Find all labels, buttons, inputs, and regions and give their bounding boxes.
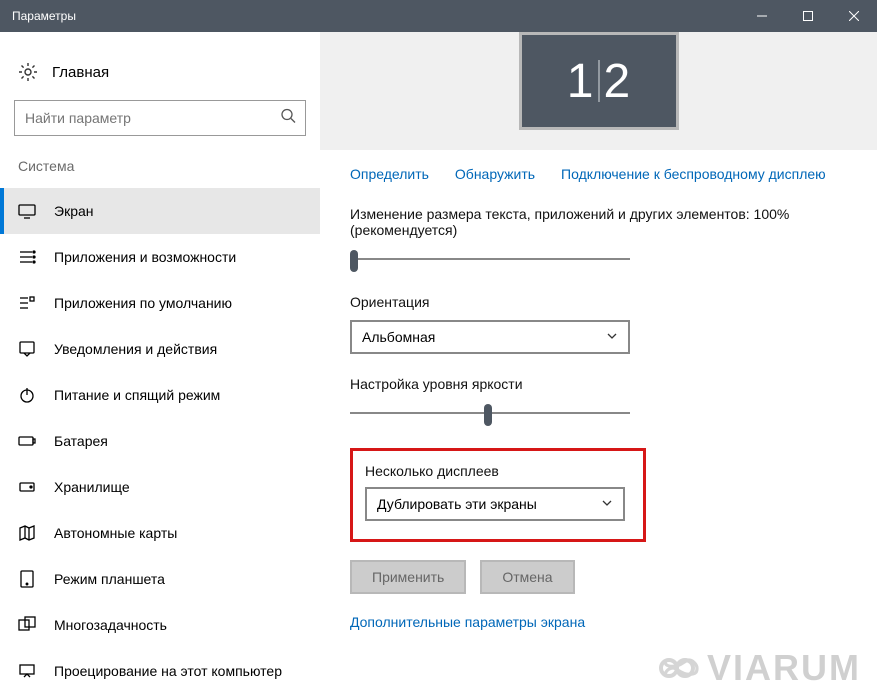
tablet-icon (18, 570, 36, 588)
gear-icon (18, 62, 38, 82)
section-label: Система (0, 158, 320, 188)
display-link-row: Определить Обнаружить Подключение к бесп… (350, 166, 847, 182)
search-input[interactable] (14, 100, 306, 136)
advanced-display-link[interactable]: Дополнительные параметры экрана (350, 614, 847, 630)
multi-displays-value: Дублировать эти экраны (377, 496, 537, 512)
main-panel: 1 2 Определить Обнаружить Подключение к … (320, 32, 877, 697)
maximize-button[interactable] (785, 0, 831, 32)
default-apps-icon (18, 294, 36, 312)
sidebar-item-power[interactable]: Питание и спящий режим (0, 372, 320, 418)
display-number-2: 2 (604, 54, 631, 109)
sidebar-item-label: Уведомления и действия (54, 341, 217, 357)
display-separator (598, 60, 600, 102)
sidebar-item-label: Автономные карты (54, 525, 177, 541)
home-label: Главная (52, 64, 109, 81)
storage-icon (18, 478, 36, 496)
slider-track (350, 258, 630, 260)
sidebar-item-storage[interactable]: Хранилище (0, 464, 320, 510)
chevron-down-icon (601, 496, 613, 512)
sidebar-item-label: Проецирование на этот компьютер (54, 663, 282, 679)
display-number-1: 1 (567, 54, 594, 109)
apply-button[interactable]: Применить (350, 560, 466, 594)
sidebar-item-battery[interactable]: Батарея (0, 418, 320, 464)
multi-displays-select[interactable]: Дублировать эти экраны (365, 487, 625, 521)
detect-link[interactable]: Обнаружить (455, 166, 535, 182)
sidebar-item-label: Хранилище (54, 479, 130, 495)
infinity-icon (653, 651, 701, 685)
display-preview-area: 1 2 (320, 32, 877, 150)
brightness-label: Настройка уровня яркости (350, 376, 847, 392)
sidebar-item-projecting[interactable]: Проецирование на этот компьютер (0, 648, 320, 694)
watermark-text: VIARUM (707, 647, 861, 689)
scale-slider[interactable] (350, 248, 630, 272)
orientation-label: Ориентация (350, 294, 847, 310)
slider-thumb[interactable] (350, 250, 358, 272)
search-icon (280, 108, 296, 129)
sidebar-item-label: Приложения и возможности (54, 249, 236, 265)
identify-link[interactable]: Определить (350, 166, 429, 182)
orientation-setting: Ориентация Альбомная (350, 294, 847, 354)
sidebar-item-label: Многозадачность (54, 617, 167, 633)
scale-setting: Изменение размера текста, приложений и д… (350, 206, 847, 272)
multitask-icon (18, 616, 36, 634)
title-bar: Параметры (0, 0, 877, 32)
power-icon (18, 386, 36, 404)
chevron-down-icon (606, 329, 618, 345)
sidebar-item-maps[interactable]: Автономные карты (0, 510, 320, 556)
window-title: Параметры (12, 9, 739, 23)
multi-displays-label: Несколько дисплеев (365, 463, 625, 479)
sidebar-item-notifications[interactable]: Уведомления и действия (0, 326, 320, 372)
multiple-displays-highlight: Несколько дисплеев Дублировать эти экран… (350, 448, 646, 542)
home-link[interactable]: Главная (0, 52, 320, 100)
sidebar-item-default-apps[interactable]: Приложения по умолчанию (0, 280, 320, 326)
sidebar-item-apps[interactable]: Приложения и возможности (0, 234, 320, 280)
sidebar-item-multitasking[interactable]: Многозадачность (0, 602, 320, 648)
sidebar-item-display[interactable]: Экран (0, 188, 320, 234)
notifications-icon (18, 340, 36, 358)
search-box[interactable] (14, 100, 306, 136)
cancel-button[interactable]: Отмена (480, 560, 574, 594)
brightness-setting: Настройка уровня яркости (350, 376, 847, 426)
sidebar-item-tablet[interactable]: Режим планшета (0, 556, 320, 602)
watermark: VIARUM (653, 647, 861, 689)
sidebar-item-label: Экран (54, 203, 94, 219)
close-button[interactable] (831, 0, 877, 32)
apply-cancel-row: Применить Отмена (350, 560, 847, 594)
slider-thumb[interactable] (484, 404, 492, 426)
display-icon (18, 202, 36, 220)
sidebar-item-label: Батарея (54, 433, 108, 449)
orientation-select[interactable]: Альбомная (350, 320, 630, 354)
sidebar-item-label: Режим планшета (54, 571, 165, 587)
scale-label: Изменение размера текста, приложений и д… (350, 206, 847, 238)
display-preview[interactable]: 1 2 (519, 32, 679, 130)
sidebar-item-label: Приложения по умолчанию (54, 295, 232, 311)
sidebar-item-label: Питание и спящий режим (54, 387, 220, 403)
sidebar: Главная Система Экран Приложения и возмо… (0, 32, 320, 697)
wireless-display-link[interactable]: Подключение к беспроводному дисплею (561, 166, 826, 182)
apps-icon (18, 248, 36, 266)
brightness-slider[interactable] (350, 402, 630, 426)
project-icon (18, 662, 36, 680)
minimize-button[interactable] (739, 0, 785, 32)
battery-icon (18, 432, 36, 450)
maps-icon (18, 524, 36, 542)
orientation-value: Альбомная (362, 329, 435, 345)
